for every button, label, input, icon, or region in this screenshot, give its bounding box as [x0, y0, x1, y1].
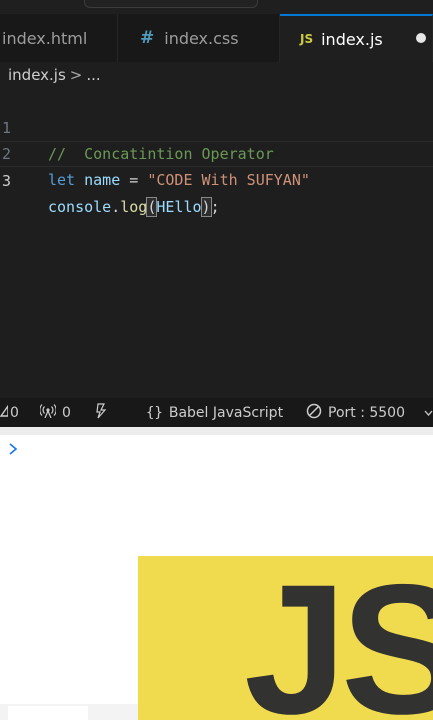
braces-icon: {} — [146, 404, 163, 421]
variable: name — [84, 171, 121, 189]
code-line: 2 let name = "CODE With SUFYAN" — [0, 115, 433, 189]
tab-label: index.html — [2, 28, 88, 48]
chevron-down-icon — [424, 405, 433, 421]
status-bar: 0 0 {} Babel JavaScript Port : 5500 — [0, 398, 433, 427]
breadcrumb-more[interactable]: ... — [86, 66, 100, 84]
line-number: 3 — [2, 172, 12, 190]
circle-slash-icon — [306, 403, 322, 423]
ports-indicator[interactable]: 0 — [39, 398, 71, 427]
console-prompt-icon[interactable] — [8, 437, 18, 461]
string-literal: "CODE With SUFYAN" — [147, 171, 310, 189]
line-content: let name = "CODE With SUFYAN" — [48, 167, 310, 193]
editor-tabs: index.html # index.css JS index.js — [0, 14, 433, 62]
chevron-right-icon: > — [69, 66, 83, 84]
errors-count: 0 — [10, 404, 19, 421]
command-center[interactable] — [84, 0, 258, 8]
language-label: Babel JavaScript — [168, 404, 284, 421]
notifications-button[interactable] — [424, 398, 433, 427]
js-logo-text: JS — [244, 556, 433, 720]
code-area[interactable]: 1 // Concatintion Operator 2 let name = … — [0, 89, 433, 217]
code-line-current: 3 console.log(HEllo); — [0, 141, 433, 217]
bottom-strip — [0, 704, 138, 720]
object-name: console — [48, 198, 112, 216]
css-file-icon: # — [140, 28, 155, 48]
tab-index-css[interactable]: # index.css — [118, 14, 280, 62]
close-paren: ) — [200, 197, 212, 217]
dot: . — [111, 198, 121, 216]
live-server-port[interactable]: Port : 5500 — [306, 398, 405, 427]
tab-index-js[interactable]: JS index.js — [280, 14, 433, 62]
tab-index-html[interactable]: index.html — [0, 14, 118, 62]
console-input-box[interactable] — [8, 706, 88, 720]
language-mode[interactable]: {} Babel JavaScript — [146, 398, 283, 427]
panel-divider — [0, 427, 433, 435]
argument: HEllo — [156, 198, 202, 216]
unsaved-dot-icon[interactable] — [416, 33, 426, 43]
code-line: 1 // Concatintion Operator — [0, 89, 433, 163]
line-content: console.log(HEllo); — [48, 194, 220, 220]
warning-icon — [0, 403, 9, 421]
plug-button[interactable] — [95, 398, 113, 427]
warnings-count: 0 — [62, 404, 71, 421]
plug-icon — [95, 402, 107, 423]
operator: = — [120, 171, 148, 189]
title-bar — [0, 0, 433, 14]
breadcrumb-file[interactable]: index.js — [8, 66, 66, 84]
tab-label: index.css — [164, 28, 239, 48]
semicolon: ; — [210, 198, 220, 216]
errors-indicator[interactable]: 0 — [0, 398, 19, 427]
js-file-icon: JS — [300, 32, 314, 46]
tab-label: index.js — [321, 29, 383, 49]
broadcast-icon — [39, 403, 57, 422]
js-logo: JS — [138, 556, 433, 720]
port-label: Port : 5500 — [328, 404, 405, 421]
breadcrumb: index.js > ... — [8, 64, 101, 86]
method-name: log — [120, 198, 148, 216]
code-editor: index.html # index.css JS index.js index… — [0, 0, 433, 427]
